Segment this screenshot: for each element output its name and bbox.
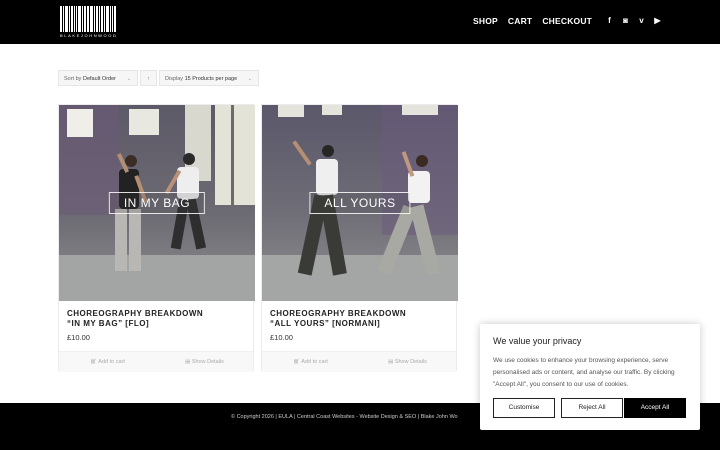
nav-cart[interactable]: CART — [508, 16, 532, 26]
add-to-cart-button[interactable]: 🛒︎ Add to cart — [262, 352, 359, 372]
instagram-icon[interactable]: ◙ — [621, 16, 630, 26]
accept-all-button[interactable]: Accept All — [624, 398, 686, 418]
add-to-cart-label: Add to cart — [98, 359, 125, 365]
barcode-logo-icon — [60, 6, 116, 32]
reject-all-button[interactable]: Reject All — [561, 398, 623, 418]
document-icon: ▤ — [185, 359, 192, 365]
sort-direction-icon: ↑ — [147, 76, 150, 82]
youtube-icon[interactable]: ▶ — [653, 16, 662, 26]
image-caption: ALL YOURS — [309, 192, 411, 214]
social-links: f ◙ v ▶ — [605, 16, 662, 26]
product-title-line2: “IN MY BAG” [FLO] — [67, 319, 150, 328]
sort-order-select[interactable]: Sort by Default Order ⌄ — [58, 70, 138, 86]
nav-checkout[interactable]: CHECKOUT — [542, 16, 592, 26]
sort-value: Default Order — [82, 76, 116, 82]
product-price: £10.00 — [270, 333, 293, 342]
product-title-line2: “ALL YOURS” [NORMANI] — [270, 319, 381, 328]
product-image[interactable]: ALL YOURS — [262, 105, 458, 301]
product-actions: 🛒︎ Add to cart ▤ Show Details — [262, 351, 456, 372]
product-title-line1: CHOREOGRAPHY BREAKDOWN — [67, 309, 204, 318]
product-price: £10.00 — [67, 333, 90, 342]
facebook-icon[interactable]: f — [605, 16, 614, 26]
customise-button[interactable]: Customise — [493, 398, 555, 418]
cookie-banner: We value your privacy We use cookies to … — [480, 324, 700, 430]
display-value: 15 Products per page — [184, 76, 238, 82]
per-page-select[interactable]: Display 15 Products per page ⌄ — [159, 70, 259, 86]
product-actions: 🛒︎ Add to cart ▤ Show Details — [59, 351, 253, 372]
chevron-down-icon: ⌄ — [247, 76, 252, 82]
cookie-title: We value your privacy — [493, 336, 582, 346]
product-card: IN MY BAG CHOREOGRAPHY BREAKDOWN “IN MY … — [58, 104, 255, 372]
vimeo-icon[interactable]: v — [637, 16, 646, 26]
document-icon: ▤ — [388, 359, 395, 365]
product-card: ALL YOURS CHOREOGRAPHY BREAKDOWN “ALL YO… — [261, 104, 458, 372]
nav-shop[interactable]: SHOP — [473, 16, 498, 26]
product-title[interactable]: CHOREOGRAPHY BREAKDOWN “ALL YOURS” [NORM… — [270, 309, 450, 329]
logo-text: BLAKEJOHNWOOD — [60, 33, 118, 38]
sort-prefix: Sort by — [64, 76, 82, 82]
footer-copyright: © Copyright 2026 | EULA | Central Coast … — [231, 414, 458, 420]
show-details-button[interactable]: ▤ Show Details — [359, 352, 456, 372]
sort-direction-button[interactable]: ↑ — [140, 70, 157, 86]
add-to-cart-label: Add to cart — [301, 359, 328, 365]
display-prefix: Display — [165, 76, 184, 82]
show-details-button[interactable]: ▤ Show Details — [156, 352, 253, 372]
show-details-label: Show Details — [191, 359, 224, 365]
site-logo[interactable]: BLAKEJOHNWOOD — [60, 6, 116, 38]
site-header: BLAKEJOHNWOOD SHOP CART CHECKOUT f ◙ v ▶ — [0, 0, 720, 44]
chevron-down-icon: ⌄ — [126, 76, 131, 82]
main-nav: SHOP CART CHECKOUT — [473, 16, 592, 26]
add-to-cart-button[interactable]: 🛒︎ Add to cart — [59, 352, 156, 372]
cookie-message: We use cookies to enhance your browsing … — [493, 357, 675, 388]
image-caption: IN MY BAG — [108, 192, 206, 214]
product-image[interactable]: IN MY BAG — [59, 105, 255, 301]
show-details-label: Show Details — [394, 359, 427, 365]
product-title[interactable]: CHOREOGRAPHY BREAKDOWN “IN MY BAG” [FLO] — [67, 309, 247, 329]
product-title-line1: CHOREOGRAPHY BREAKDOWN — [270, 309, 407, 318]
